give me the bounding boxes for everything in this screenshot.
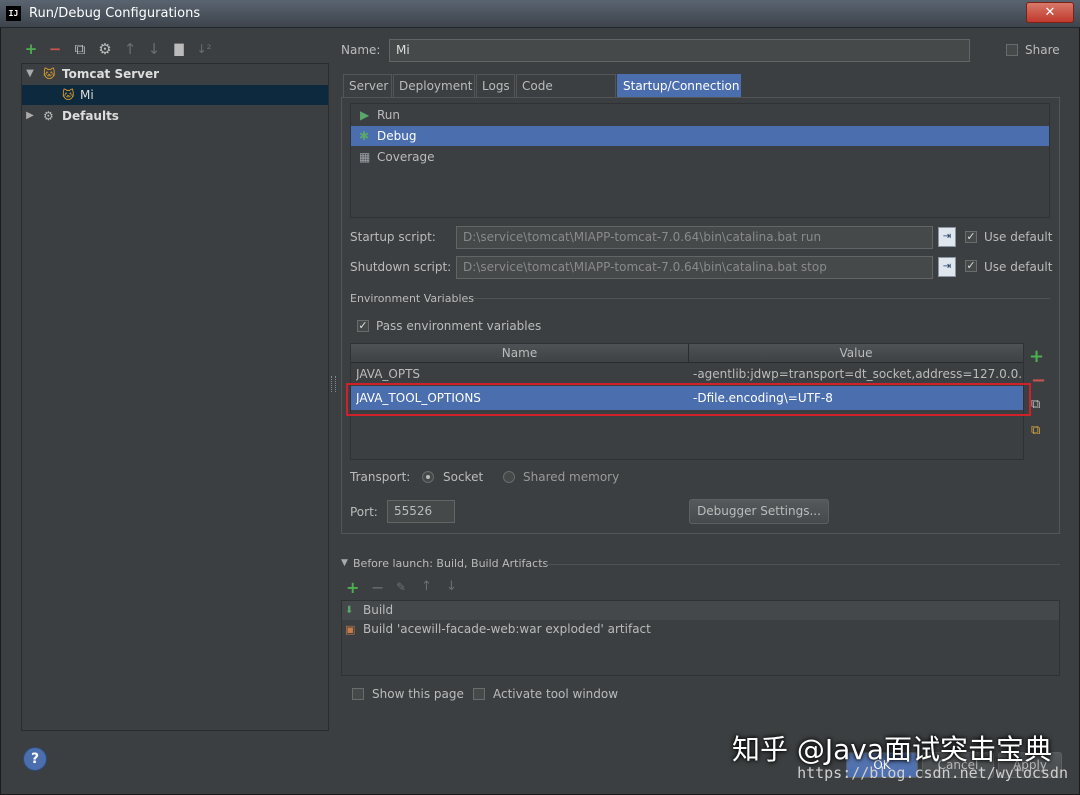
activate-tool-checkbox[interactable]	[473, 688, 485, 700]
remove-config-icon[interactable]: −	[46, 40, 64, 58]
port-label: Port:	[350, 505, 378, 519]
socket-label: Socket	[443, 470, 484, 484]
debug-icon: ✱	[359, 129, 370, 143]
socket-radio[interactable]	[422, 471, 434, 483]
copy-config-icon[interactable]: ⧉	[71, 40, 89, 58]
use-default-label: Use default	[984, 230, 1053, 244]
remove-env-icon[interactable]: −	[1031, 370, 1046, 391]
folder-icon[interactable]: ▇	[170, 40, 188, 58]
move-task-down-icon[interactable]: ↓	[446, 579, 457, 594]
before-launch-list[interactable]: ⬇ Build ▣ Build 'acewill-facade-web:war …	[341, 600, 1060, 676]
list-item-run[interactable]: ▶ Run	[351, 105, 1049, 125]
add-config-icon[interactable]: +	[22, 40, 40, 58]
list-item-label: Coverage	[377, 150, 435, 164]
before-launch-divider	[546, 564, 1060, 565]
paste-env-icon[interactable]: ⧉	[1031, 423, 1040, 438]
env-section-label: Environment Variables	[350, 292, 475, 305]
add-task-icon[interactable]: +	[346, 578, 359, 597]
env-section-divider	[472, 298, 1050, 299]
move-down-icon[interactable]: ↓	[145, 40, 163, 58]
browse-startup-icon[interactable]: ⇥	[938, 227, 956, 247]
list-item-artifact[interactable]: ▣ Build 'acewill-facade-web:war exploded…	[342, 620, 1059, 639]
edit-task-icon[interactable]: ✎	[396, 580, 406, 594]
tab-server[interactable]: Server	[343, 74, 392, 97]
move-up-icon[interactable]: ↑	[121, 40, 139, 58]
tree-item-label: Defaults	[62, 109, 119, 123]
tree-item-label: Mi	[80, 88, 94, 102]
coverage-icon: ▦	[359, 150, 371, 164]
tab-deployment[interactable]: Deployment	[393, 74, 475, 97]
config-tree[interactable]: ▼ 🐱 Tomcat Server 🐱 Mi ▶ ⚙ Defaults	[21, 63, 329, 731]
use-default-label: Use default	[984, 260, 1053, 274]
debugger-settings-button[interactable]: Debugger Settings...	[689, 499, 829, 524]
window-title: Run/Debug Configurations	[29, 6, 201, 21]
transport-label: Transport:	[350, 470, 411, 484]
tomcat-config-icon: 🐱	[62, 88, 75, 102]
show-page-label: Show this page	[372, 687, 464, 701]
browse-shutdown-icon[interactable]: ⇥	[938, 257, 956, 277]
activate-tool-label: Activate tool window	[493, 687, 619, 701]
list-item-label: Debug	[377, 129, 417, 143]
expand-arrow-icon[interactable]: ▼	[24, 64, 36, 84]
shutdown-script-field[interactable]: D:\service\tomcat\MIAPP-tomcat-7.0.64\bi…	[456, 256, 933, 279]
tree-item-label: Tomcat Server	[62, 67, 160, 81]
pass-env-checkbox[interactable]: ✓	[357, 320, 369, 332]
name-field[interactable]: Mi	[389, 39, 970, 62]
splitter-handle[interactable]	[331, 376, 336, 392]
watermark-url: https://blog.csdn.net/wytocsdn	[797, 764, 1068, 782]
tree-item-defaults[interactable]: ▶ ⚙ Defaults	[22, 106, 328, 126]
remove-task-icon[interactable]: −	[371, 578, 384, 597]
tab-code-coverage[interactable]: Code Coverage	[516, 74, 616, 116]
list-item-coverage[interactable]: ▦ Coverage	[351, 147, 1049, 167]
list-item-debug[interactable]: ✱ Debug	[351, 126, 1049, 146]
startup-script-field[interactable]: D:\service\tomcat\MIAPP-tomcat-7.0.64\bi…	[456, 226, 933, 249]
help-button[interactable]: ?	[23, 747, 47, 771]
tree-item-tomcat-server[interactable]: ▼ 🐱 Tomcat Server	[22, 64, 328, 84]
watermark-text: 知乎 @Java面试突击宝典	[731, 733, 1052, 766]
list-item-label: Build	[363, 603, 394, 617]
column-header-name[interactable]: Name	[351, 344, 689, 363]
run-icon: ▶	[360, 108, 370, 122]
mode-list[interactable]: ▶ Run ✱ Debug ▦ Coverage	[350, 103, 1050, 218]
port-field[interactable]: 55526	[387, 500, 455, 523]
copy-env-icon[interactable]: ⧉	[1031, 397, 1040, 412]
column-header-value[interactable]: Value	[689, 344, 1023, 363]
artifact-icon: ▣	[345, 623, 356, 636]
edit-defaults-icon[interactable]: ⚙	[96, 40, 114, 58]
list-item-build[interactable]: ⬇ Build	[342, 601, 1059, 620]
shared-memory-label: Shared memory	[523, 470, 620, 484]
app-logo-icon: IJ	[6, 6, 21, 21]
shutdown-use-default-checkbox[interactable]: ✓	[965, 260, 977, 272]
tab-logs[interactable]: Logs	[476, 74, 515, 97]
share-label: Share	[1025, 43, 1060, 57]
build-icon: ⬇	[345, 605, 354, 616]
list-item-label: Build 'acewill-facade-web:war exploded' …	[363, 622, 651, 636]
tree-item-mi[interactable]: 🐱 Mi	[22, 85, 328, 105]
list-item-label: Run	[377, 108, 401, 122]
close-button[interactable]: ✕	[1026, 2, 1074, 23]
startup-script-label: Startup script:	[350, 230, 436, 244]
collapse-arrow-icon[interactable]: ▶	[24, 106, 36, 126]
before-launch-header: Before launch: Build, Build Artifacts	[353, 557, 549, 570]
share-checkbox[interactable]	[1006, 44, 1018, 56]
startup-use-default-checkbox[interactable]: ✓	[965, 231, 977, 243]
collapse-before-launch-icon[interactable]: ▼	[341, 558, 348, 568]
highlight-box	[346, 383, 1031, 416]
tomcat-icon: 🐱	[43, 67, 56, 81]
shared-memory-radio[interactable]	[503, 471, 515, 483]
show-page-checkbox[interactable]	[352, 688, 364, 700]
shutdown-script-label: Shutdown script:	[350, 260, 452, 274]
sort-icon[interactable]: ↓²	[195, 40, 213, 58]
add-env-icon[interactable]: +	[1029, 346, 1044, 367]
defaults-icon: ⚙	[43, 109, 54, 123]
tab-startup-connection[interactable]: Startup/Connection	[617, 74, 741, 97]
move-task-up-icon[interactable]: ↑	[421, 579, 432, 594]
name-label: Name:	[341, 43, 381, 57]
pass-env-label: Pass environment variables	[376, 319, 542, 333]
